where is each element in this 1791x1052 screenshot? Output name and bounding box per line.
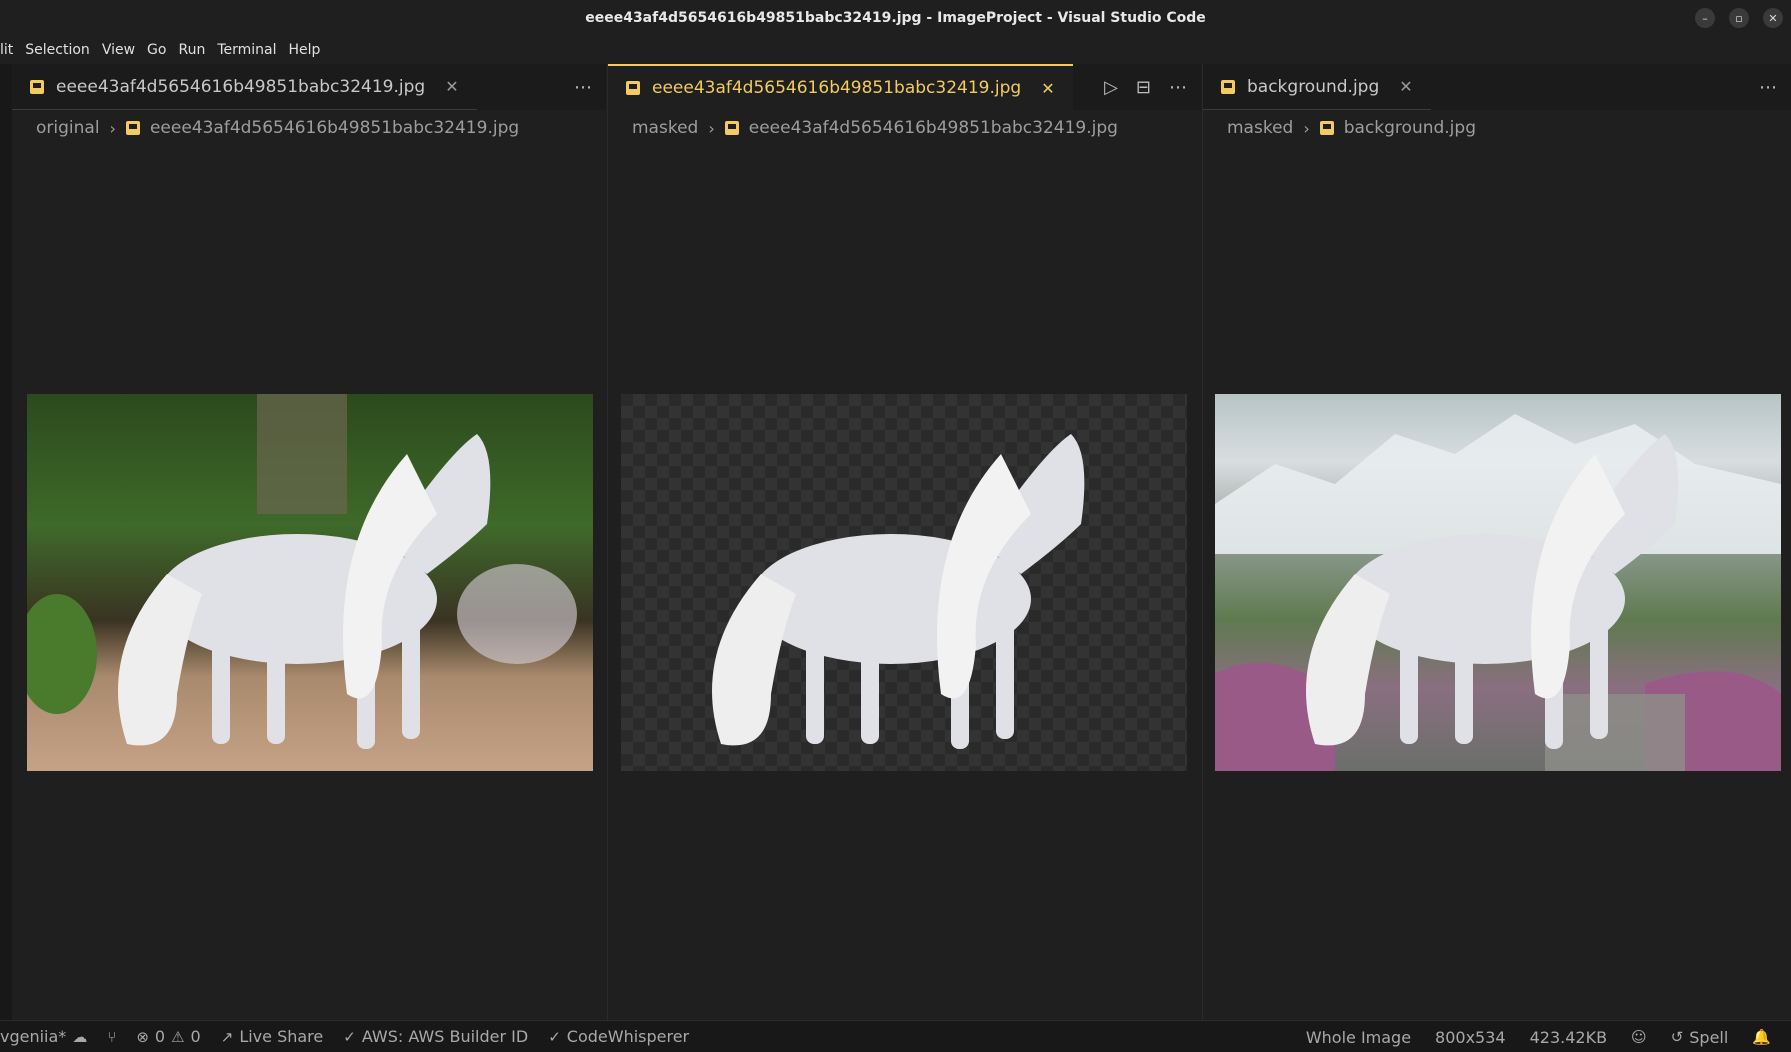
warning-count: 0 bbox=[190, 1027, 201, 1046]
bell-icon: 🔔 bbox=[1752, 1028, 1771, 1046]
aws-status[interactable]: ✓ AWS: AWS Builder ID bbox=[343, 1027, 528, 1046]
branch-name: vgeniia* bbox=[0, 1027, 67, 1046]
live-share-status[interactable]: ↗ Live Share bbox=[221, 1027, 324, 1046]
image-preview-background bbox=[1215, 394, 1781, 771]
check-icon: ✓ bbox=[343, 1027, 356, 1046]
aws-label: AWS: AWS Builder ID bbox=[361, 1027, 529, 1046]
breadcrumb-file[interactable]: eeee43af4d5654616b49851babc32419.jpg bbox=[150, 118, 519, 138]
editor-group-masked: eeee43af4d5654616b49851babc32419.jpg ✕ ▷… bbox=[607, 64, 1201, 1020]
breadcrumb-folder[interactable]: masked bbox=[632, 118, 698, 138]
split-editor-icon[interactable]: ⊟ bbox=[1136, 77, 1151, 98]
problems-status[interactable]: ⊗ 0 ⚠ 0 bbox=[136, 1027, 200, 1046]
status-bar-left: vgeniia* ☁ ⑂ ⊗ 0 ⚠ 0 ↗ Live Share ✓ AWS:… bbox=[0, 1027, 689, 1046]
menu-edit[interactable]: lit bbox=[0, 42, 19, 58]
menu-run[interactable]: Run bbox=[172, 42, 211, 58]
restore-button[interactable]: ▫ bbox=[1729, 8, 1749, 28]
tab-actions: ⋯ bbox=[1759, 64, 1777, 110]
more-actions-icon[interactable]: ⋯ bbox=[1759, 77, 1777, 98]
feedback-icon: ☺ bbox=[1631, 1028, 1647, 1046]
tab-bar: eeee43af4d5654616b49851babc32419.jpg ✕ ⋯ bbox=[12, 64, 606, 110]
title-bar: eeee43af4d5654616b49851babc32419.jpg - I… bbox=[0, 0, 1791, 36]
menu-view[interactable]: View bbox=[96, 42, 141, 58]
dimensions-status: 800x534 bbox=[1435, 1027, 1506, 1047]
spell-status[interactable]: ↺ Spell bbox=[1671, 1028, 1729, 1047]
image-preview-original bbox=[27, 394, 593, 771]
tab-label: background.jpg bbox=[1247, 76, 1380, 97]
image-preview-masked bbox=[621, 394, 1187, 771]
error-count: 0 bbox=[154, 1027, 166, 1046]
history-icon: ↺ bbox=[1670, 1028, 1684, 1046]
close-icon[interactable]: ✕ bbox=[445, 77, 458, 96]
source-control-icon: ⑂ bbox=[107, 1027, 117, 1046]
codewhisperer-label: CodeWhisperer bbox=[566, 1027, 690, 1046]
run-icon[interactable]: ▷ bbox=[1104, 77, 1118, 98]
spell-label: Spell bbox=[1689, 1027, 1729, 1047]
menu-help[interactable]: Help bbox=[283, 42, 327, 58]
more-actions-icon[interactable]: ⋯ bbox=[1169, 77, 1187, 98]
chevron-right-icon: › bbox=[109, 118, 116, 138]
window-title: eeee43af4d5654616b49851babc32419.jpg - I… bbox=[585, 10, 1206, 26]
chevron-right-icon: › bbox=[1303, 118, 1310, 138]
more-actions-icon[interactable]: ⋯ bbox=[574, 77, 592, 98]
breadcrumb: masked › background.jpg bbox=[1203, 110, 1791, 146]
source-control-status[interactable]: ⑂ bbox=[107, 1028, 116, 1046]
chevron-right-icon: › bbox=[708, 118, 715, 138]
close-window-button[interactable]: ✕ bbox=[1763, 8, 1783, 28]
close-icon[interactable]: ✕ bbox=[1399, 77, 1412, 96]
menu-bar: lit Selection View Go Run Terminal Help bbox=[0, 36, 1791, 64]
branch-status[interactable]: vgeniia* ☁ bbox=[0, 1027, 87, 1046]
image-file-icon bbox=[626, 81, 640, 95]
image-file-icon bbox=[1221, 79, 1235, 94]
image-file-icon bbox=[724, 121, 739, 135]
tab-bar: background.jpg ✕ ⋯ bbox=[1203, 64, 1791, 110]
menu-go[interactable]: Go bbox=[141, 42, 172, 58]
minimize-button[interactable]: – bbox=[1695, 8, 1715, 28]
horse-image bbox=[712, 434, 1085, 749]
tab-masked-image[interactable]: eeee43af4d5654616b49851babc32419.jpg ✕ bbox=[608, 64, 1073, 110]
breadcrumb-file[interactable]: eeee43af4d5654616b49851babc32419.jpg bbox=[749, 118, 1118, 138]
file-size-status: 423.42KB bbox=[1529, 1027, 1608, 1047]
breadcrumb-folder[interactable]: original bbox=[36, 118, 100, 138]
breadcrumb-file[interactable]: background.jpg bbox=[1344, 118, 1476, 138]
error-icon: ⊗ bbox=[136, 1027, 149, 1046]
live-share-icon: ↗ bbox=[220, 1027, 234, 1046]
tab-bar: eeee43af4d5654616b49851babc32419.jpg ✕ ▷… bbox=[608, 64, 1201, 110]
close-icon[interactable]: ✕ bbox=[1041, 79, 1054, 98]
menu-terminal[interactable]: Terminal bbox=[211, 42, 282, 58]
image-file-icon bbox=[125, 121, 140, 135]
window-controls: – ▫ ✕ bbox=[1695, 8, 1783, 28]
tab-original-image[interactable]: eeee43af4d5654616b49851babc32419.jpg ✕ bbox=[12, 64, 477, 110]
breadcrumb: masked › eeee43af4d5654616b49851babc3241… bbox=[608, 110, 1201, 146]
horse-image bbox=[27, 394, 577, 749]
status-bar: vgeniia* ☁ ⑂ ⊗ 0 ⚠ 0 ↗ Live Share ✓ AWS:… bbox=[0, 1020, 1791, 1052]
horse-image bbox=[1215, 414, 1781, 771]
activity-strip bbox=[0, 64, 12, 1020]
tab-label: eeee43af4d5654616b49851babc32419.jpg bbox=[56, 76, 426, 97]
menu-selection[interactable]: Selection bbox=[19, 42, 96, 58]
live-share-label: Live Share bbox=[239, 1027, 324, 1046]
status-bar-right: Whole Image 800x534 423.42KB ☺ ↺ Spell 🔔 bbox=[1306, 1021, 1771, 1052]
zoom-status[interactable]: Whole Image bbox=[1306, 1028, 1411, 1047]
editor-group-background: background.jpg ✕ ⋯ masked › background.j… bbox=[1202, 64, 1791, 1020]
image-file-icon bbox=[1319, 121, 1334, 135]
editor-group-original: eeee43af4d5654616b49851babc32419.jpg ✕ ⋯… bbox=[12, 64, 606, 1020]
breadcrumb-folder[interactable]: masked bbox=[1227, 118, 1293, 138]
feedback-status[interactable]: ☺ bbox=[1631, 1028, 1647, 1046]
warning-icon: ⚠ bbox=[171, 1027, 185, 1046]
tab-label: eeee43af4d5654616b49851babc32419.jpg bbox=[652, 78, 1022, 98]
tab-background-image[interactable]: background.jpg ✕ bbox=[1203, 64, 1431, 110]
check-icon: ✓ bbox=[548, 1027, 561, 1046]
breadcrumb: original › eeee43af4d5654616b49851babc32… bbox=[12, 110, 606, 146]
codewhisperer-status[interactable]: ✓ CodeWhisperer bbox=[548, 1027, 689, 1046]
cloud-sync-icon: ☁ bbox=[72, 1027, 88, 1046]
tab-actions: ⋯ bbox=[574, 64, 592, 110]
notifications-status[interactable]: 🔔 bbox=[1752, 1028, 1771, 1046]
tab-actions: ▷ ⊟ ⋯ bbox=[1104, 64, 1187, 110]
image-file-icon bbox=[30, 79, 44, 94]
